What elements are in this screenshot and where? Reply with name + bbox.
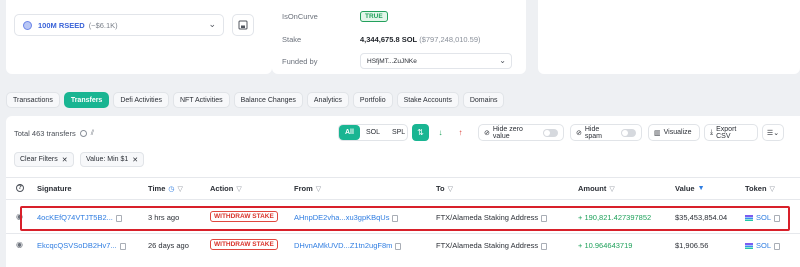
tab-portfolio[interactable]: Portfolio <box>352 92 393 108</box>
copy-icon[interactable] <box>774 242 781 250</box>
close-icon[interactable]: ✕ <box>132 156 138 164</box>
table-row-from[interactable]: DHvnAMkUVD...Z1tn2ugF8m <box>294 241 402 250</box>
chevron-down-icon: ⌄ <box>208 19 216 29</box>
table-row-action: WITHDRAW STAKE <box>210 239 278 250</box>
direction-filter: ⇅ ↓ ↑ <box>412 124 472 141</box>
tab-domains[interactable]: Domains <box>462 92 505 108</box>
copy-icon[interactable] <box>119 242 126 250</box>
header-action: Action ▽ <box>210 184 242 193</box>
filter-spl-button[interactable]: SPL <box>386 125 411 140</box>
funded-by-label: Funded by <box>282 57 318 66</box>
header-signature: Signature <box>37 184 72 193</box>
clock-icon[interactable]: ◷ <box>168 185 174 193</box>
filter-icon[interactable]: ▽ <box>236 185 241 193</box>
total-transfers: Total 463 transfers ⫽ <box>14 128 94 138</box>
divider <box>6 199 800 200</box>
filter-icon[interactable]: ▽ <box>448 185 453 193</box>
token-logo-icon <box>23 20 32 30</box>
stake-amount: 4,344,675.8 SOL <box>360 35 418 44</box>
header-token: Token ▽ <box>745 184 775 193</box>
divider <box>6 177 800 178</box>
eye-icon[interactable]: ◉ <box>16 240 23 249</box>
solana-icon <box>745 243 753 250</box>
hide-spam-toggle[interactable]: ⊘ Hide spam <box>570 124 642 141</box>
close-icon[interactable]: ✕ <box>62 156 68 164</box>
table-row-to: FTX/Alameda Staking Address <box>436 241 548 250</box>
table-row-amount: + 10.964643719 <box>578 241 633 250</box>
withdraw-stake-badge: WITHDRAW STAKE <box>210 239 278 250</box>
table-row-value: $1,906.56 <box>675 241 709 250</box>
total-transfers-text: Total 463 transfers <box>14 128 76 138</box>
stake-usd: ($797,248,010.59) <box>419 35 481 44</box>
visualize-label: Visualize <box>663 129 692 136</box>
visualize-button[interactable]: ▥ Visualize <box>648 124 700 141</box>
tab-analytics[interactable]: Analytics <box>306 92 349 108</box>
chevron-down-icon: ⌄ <box>499 56 506 65</box>
is-on-curve-label: IsOnCurve <box>282 12 318 21</box>
token-type-filter: All SOL SPL <box>338 124 408 141</box>
table-row-signature[interactable]: EkcqcQSVSoDB2Hv7... <box>37 241 126 250</box>
toggle-switch <box>621 128 636 137</box>
arrow-down-icon[interactable]: ↓ <box>432 124 449 141</box>
filter-icon[interactable]: ▽ <box>316 185 321 193</box>
tab-transfers[interactable]: Transfers <box>63 92 110 108</box>
header-from: From ▽ <box>294 184 322 193</box>
info-icon <box>79 129 87 137</box>
copy-icon[interactable] <box>395 242 402 250</box>
filter-icon[interactable]: ▽ <box>770 185 775 193</box>
filter-active-icon[interactable]: ▼ <box>698 185 705 192</box>
toggle-switch <box>543 128 558 137</box>
save-icon-button[interactable] <box>232 14 254 36</box>
header-to: To ▽ <box>436 184 453 193</box>
tab-balance-changes[interactable]: Balance Changes <box>233 92 303 108</box>
divider <box>6 233 800 234</box>
tab-defi-activities[interactable]: Defi Activities <box>113 92 169 108</box>
tab-nft-activities[interactable]: NFT Activities <box>172 92 230 108</box>
columns-menu-button[interactable]: ☰⌄ <box>762 124 784 141</box>
token-value: (~$6.1K) <box>88 20 118 30</box>
highlight-box <box>20 206 790 231</box>
eye-off-icon: ⊘ <box>484 129 490 137</box>
hide-spam-label: Hide spam <box>584 125 602 140</box>
filter-sol-button[interactable]: SOL <box>360 125 386 140</box>
download-icon: ⤓ <box>710 128 714 136</box>
filter-icon[interactable]: ▽ <box>177 185 182 193</box>
value-filter-chip[interactable]: Value: Min $1 ✕ <box>80 152 145 167</box>
funded-by-value: HSfjMT...ZuJNKe <box>367 57 417 65</box>
bar-chart-icon: ▥ <box>654 129 661 137</box>
clear-filters-chip[interactable]: Clear Filters ✕ <box>14 152 74 167</box>
activity-tabs: Transactions Transfers Defi Activities N… <box>6 92 505 108</box>
filter-all-button[interactable]: All <box>339 125 360 140</box>
header-value: Value ▼ <box>675 184 705 193</box>
table-row-token[interactable]: SOL <box>745 241 781 250</box>
arrow-up-icon[interactable]: ↑ <box>452 124 469 141</box>
both-directions-icon[interactable]: ⇅ <box>412 124 429 141</box>
value-filter-label: Value: Min $1 <box>86 156 129 163</box>
token-selector[interactable]: 100M RSEED (~$6.1K) ⌄ <box>14 14 224 36</box>
header-time: Time ◷ ▽ <box>148 184 183 193</box>
chart-icon[interactable]: ⫽ <box>91 128 94 138</box>
hide-zero-label: Hide zero value <box>492 125 523 140</box>
is-on-curve-badge: TRUE <box>360 11 388 22</box>
clear-filters-label: Clear Filters <box>20 156 58 163</box>
export-csv-label: Export CSV <box>716 125 737 140</box>
tab-stake-accounts[interactable]: Stake Accounts <box>396 92 459 108</box>
export-csv-button[interactable]: ⤓ Export CSV <box>704 124 758 141</box>
stake-label: Stake <box>282 35 302 44</box>
funded-by-select[interactable]: HSfjMT...ZuJNKe ⌄ <box>360 53 512 69</box>
header-amount: Amount ▽ <box>578 184 615 193</box>
table-row-time: 26 days ago <box>148 241 189 250</box>
save-icon <box>238 20 248 30</box>
tab-transactions[interactable]: Transactions <box>6 92 60 108</box>
extra-card <box>538 0 800 74</box>
token-name: 100M RSEED <box>38 20 85 30</box>
eye-off-icon: ⊘ <box>576 129 582 137</box>
token-card <box>6 0 272 74</box>
filter-icon[interactable]: ▽ <box>609 185 614 193</box>
copy-icon[interactable] <box>541 242 548 250</box>
help-icon[interactable]: ? <box>16 184 24 192</box>
hide-zero-toggle[interactable]: ⊘ Hide zero value <box>478 124 564 141</box>
list-settings-icon: ☰⌄ <box>766 129 780 137</box>
